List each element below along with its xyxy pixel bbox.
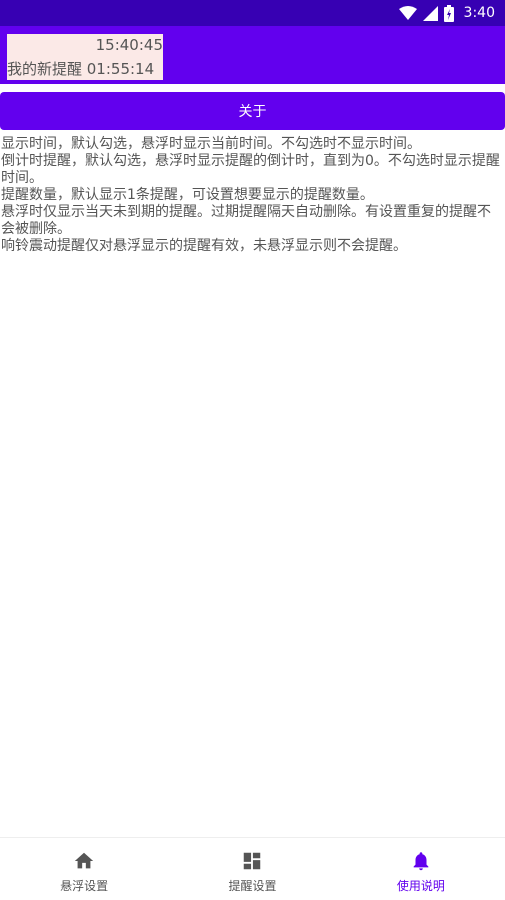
nav-item-reminder-settings[interactable]: 提醒设置 <box>168 838 336 900</box>
dashboard-icon <box>244 852 261 870</box>
status-bar: 3:40 <box>0 0 505 26</box>
float-reminder-countdown: 我的新提醒 01:55:14 <box>7 60 155 78</box>
nav-label: 提醒设置 <box>228 879 277 893</box>
instruction-float-scope: 悬浮时仅显示当天未到期的提醒。过期提醒隔天自动删除。有设置重复的提醒不会被删除。 <box>1 204 491 237</box>
nav-item-usage-instructions[interactable]: 使用说明 <box>337 838 505 900</box>
about-button[interactable]: 关于 <box>0 92 505 130</box>
nav-label: 悬浮设置 <box>60 879 109 893</box>
bell-icon <box>413 852 429 871</box>
home-icon <box>74 852 94 869</box>
cell-signal-icon <box>422 5 438 21</box>
nav-item-float-settings[interactable]: 悬浮设置 <box>0 838 168 900</box>
instructions-text: 显示时间，默认勾选，悬浮时显示当前时间。不勾选时不显示时间。 倒计时提醒，默认勾… <box>1 136 504 255</box>
float-current-time: 15:40:45 <box>95 36 163 54</box>
status-time: 3:40 <box>463 5 495 21</box>
bottom-navigation: 悬浮设置 提醒设置 使用说明 <box>0 837 505 900</box>
floating-reminder-preview: 15:40:45 我的新提醒 01:55:14 <box>7 34 163 80</box>
instruction-countdown: 倒计时提醒，默认勾选，悬浮时显示提醒的倒计时，直到为0。不勾选时显示提醒时间。 <box>1 153 500 186</box>
status-icons: 3:40 <box>398 3 495 23</box>
nav-label: 使用说明 <box>396 879 445 893</box>
wifi-icon <box>398 6 417 20</box>
instruction-ring-vibrate: 响铃震动提醒仅对悬浮显示的提醒有效，未悬浮显示则不会提醒。 <box>1 238 407 254</box>
instruction-show-time: 显示时间，默认勾选，悬浮时显示当前时间。不勾选时不显示时间。 <box>1 136 421 152</box>
instruction-reminder-count: 提醒数量，默认显示1条提醒，可设置想要显示的提醒数量。 <box>1 187 374 203</box>
battery-charging-icon <box>443 4 454 22</box>
